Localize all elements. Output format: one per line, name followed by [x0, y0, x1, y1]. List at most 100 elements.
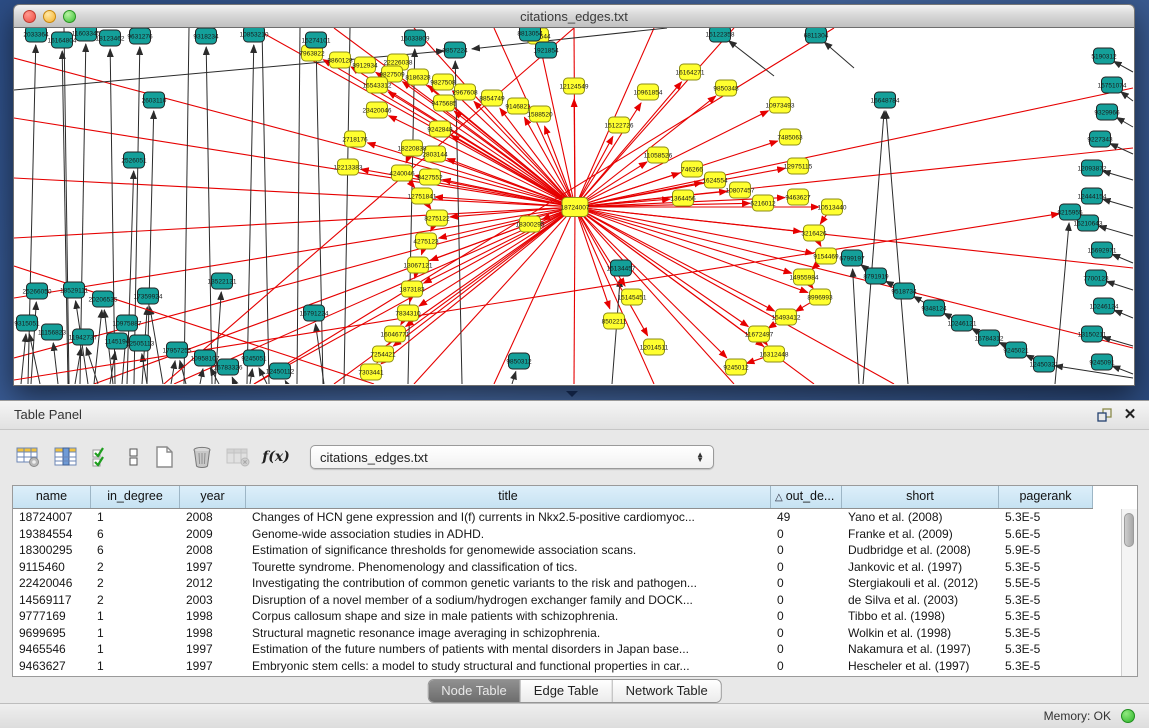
graph-node[interactable]: 12124549 [560, 78, 589, 94]
graph-node[interactable]: 15145451 [618, 289, 647, 305]
graph-node[interactable]: 16783326 [214, 359, 243, 375]
graph-node[interactable]: 6216012 [750, 195, 776, 211]
column-header-in_degree[interactable]: in_degree [91, 486, 180, 508]
new-file-icon[interactable] [150, 441, 180, 473]
column-header-title[interactable]: title [246, 486, 771, 508]
graph-node[interactable]: 7700123 [1083, 270, 1109, 286]
graph-node[interactable]: 10246124 [1090, 298, 1119, 314]
window-titlebar[interactable]: citations_edges.txt [13, 4, 1135, 28]
graph-node[interactable]: 16164271 [676, 64, 705, 80]
graph-node[interactable]: 9475685 [431, 95, 457, 111]
column-header-pagerank[interactable]: pagerank [999, 486, 1093, 508]
graph-node[interactable]: 9154469 [813, 248, 839, 264]
graph-node[interactable]: 10513440 [818, 199, 847, 215]
graph-node[interactable]: 9329966 [1094, 104, 1120, 120]
table-row[interactable]: 1938455462009Genome-wide association stu… [13, 526, 1122, 543]
graph-node[interactable]: 2033364 [23, 28, 49, 42]
delete-trash-icon[interactable] [187, 441, 217, 473]
graph-node[interactable]: 8791919 [863, 268, 889, 284]
graph-node[interactable]: 8860128 [327, 52, 353, 68]
graph-node[interactable]: 12975115 [784, 158, 813, 174]
network-graph[interactable]: 1872400779638228860128891293422226038982… [14, 28, 1134, 384]
graph-node[interactable]: 7303441 [358, 364, 384, 380]
graph-node[interactable]: 11156823 [38, 324, 66, 340]
graph-node[interactable]: 7254421 [370, 346, 396, 362]
table-row[interactable]: 1872400712008Changes of HCN gene express… [13, 509, 1122, 526]
graph-node[interactable]: 1588520 [527, 106, 553, 122]
table-source-select[interactable]: citations_edges.txt ▲▼ [310, 445, 714, 469]
graph-node[interactable]: 6799197 [839, 250, 865, 266]
graph-node[interactable]: 9850348 [713, 80, 739, 96]
column-header-year[interactable]: year [180, 486, 246, 508]
graph-node[interactable]: 8912934 [352, 57, 378, 73]
graph-node[interactable]: 11672497 [745, 326, 774, 342]
graph-node[interactable]: 18123462 [96, 30, 125, 46]
graph-node[interactable]: 9631276 [127, 28, 153, 44]
split-pane-handle[interactable] [566, 391, 578, 397]
graph-node[interactable]: 15692971 [1088, 242, 1117, 258]
graph-node[interactable]: 9348124 [921, 300, 947, 316]
graph-node[interactable]: 9242848 [427, 121, 453, 137]
graph-node[interactable]: 2718176 [342, 131, 368, 147]
row-height-icon[interactable] [125, 441, 143, 473]
column-header-short[interactable]: short [842, 486, 999, 508]
graph-node[interactable]: 17957255 [163, 342, 192, 358]
function-builder-icon[interactable]: f(x) [261, 441, 291, 473]
scrollbar-thumb[interactable] [1124, 513, 1134, 547]
graph-node[interactable]: 1624554 [702, 172, 728, 188]
graph-node[interactable]: 746266 [681, 161, 703, 177]
close-panel-icon[interactable]: ✕ [1121, 406, 1139, 424]
graph-node[interactable]: 8854749 [479, 90, 505, 106]
graph-node[interactable]: 9827508 [430, 74, 456, 90]
graph-node[interactable]: 8427552 [417, 169, 443, 185]
graph-node[interactable]: 16648784 [871, 92, 900, 108]
graph-node[interactable]: 8275122 [424, 210, 450, 226]
table-row[interactable]: 2242004622012Investigating the contribut… [13, 575, 1122, 592]
graph-node[interactable]: 9318234 [193, 28, 219, 44]
graph-node[interactable]: 15493412 [772, 309, 801, 325]
graph-node[interactable]: 8996993 [807, 289, 833, 305]
graph-node[interactable]: 25266050 [23, 283, 52, 299]
graph-node[interactable]: 8502211 [602, 313, 627, 329]
graph-node[interactable]: 16312448 [760, 346, 789, 362]
graph-node[interactable]: 16791224 [300, 305, 329, 321]
graph-node[interactable]: 12450321 [1030, 356, 1059, 372]
table-row[interactable]: 977716911998Corpus callosum shape and si… [13, 608, 1122, 625]
graph-node[interactable]: 9850312 [506, 353, 532, 369]
graph-node[interactable]: 10246121 [948, 315, 977, 331]
column-header-name[interactable]: name [13, 486, 91, 508]
graph-node[interactable]: 16784312 [975, 330, 1004, 346]
graph-node[interactable]: 9315051 [14, 315, 40, 331]
graph-node[interactable]: 16046771 [381, 326, 410, 342]
graph-node[interactable]: 17359924 [134, 288, 163, 304]
table-settings-icon[interactable] [14, 441, 44, 473]
graph-node[interactable]: 9245021 [1003, 342, 1029, 358]
graph-node[interactable]: 12505113 [126, 335, 155, 351]
graph-node[interactable]: 15134457 [607, 260, 636, 276]
graph-node[interactable]: 8186328 [405, 69, 431, 85]
graph-node[interactable]: 20206535 [89, 291, 118, 307]
graph-node[interactable]: 10973493 [766, 97, 795, 113]
tab-network-table[interactable]: Network Table [613, 680, 721, 702]
graph-node[interactable]: 8215955 [1057, 204, 1083, 220]
graph-node[interactable]: 9227343 [1087, 131, 1113, 147]
graph-node[interactable]: 9463627 [785, 189, 811, 205]
graph-node[interactable]: 1921854 [533, 42, 559, 58]
graph-node[interactable]: 2603110 [142, 92, 167, 108]
graph-node[interactable]: 13522121 [208, 273, 237, 289]
vertical-scrollbar[interactable] [1121, 509, 1137, 676]
graph-node[interactable]: 10853210 [240, 28, 269, 42]
graph-node[interactable]: 15122726 [605, 117, 634, 133]
graph-node[interactable]: 23420046 [363, 102, 392, 118]
graph-node[interactable]: 16543312 [363, 77, 392, 93]
graph-node[interactable]: 12093872 [1078, 160, 1107, 176]
graph-node[interactable]: 12014511 [640, 339, 669, 355]
graph-node[interactable]: 12751841 [408, 188, 437, 204]
graph-node[interactable]: 9518734 [891, 283, 917, 299]
graph-node[interactable]: 1364456 [670, 190, 696, 206]
table-row[interactable]: 946362711997Embryonic stem cells: a mode… [13, 658, 1122, 675]
table-row[interactable]: 1830029562008Estimation of significance … [13, 542, 1122, 559]
graph-node[interactable]: 13067121 [404, 257, 433, 273]
table-row[interactable]: 969969511998Structural magnetic resonanc… [13, 625, 1122, 642]
graph-node[interactable]: 11058526 [644, 147, 673, 163]
